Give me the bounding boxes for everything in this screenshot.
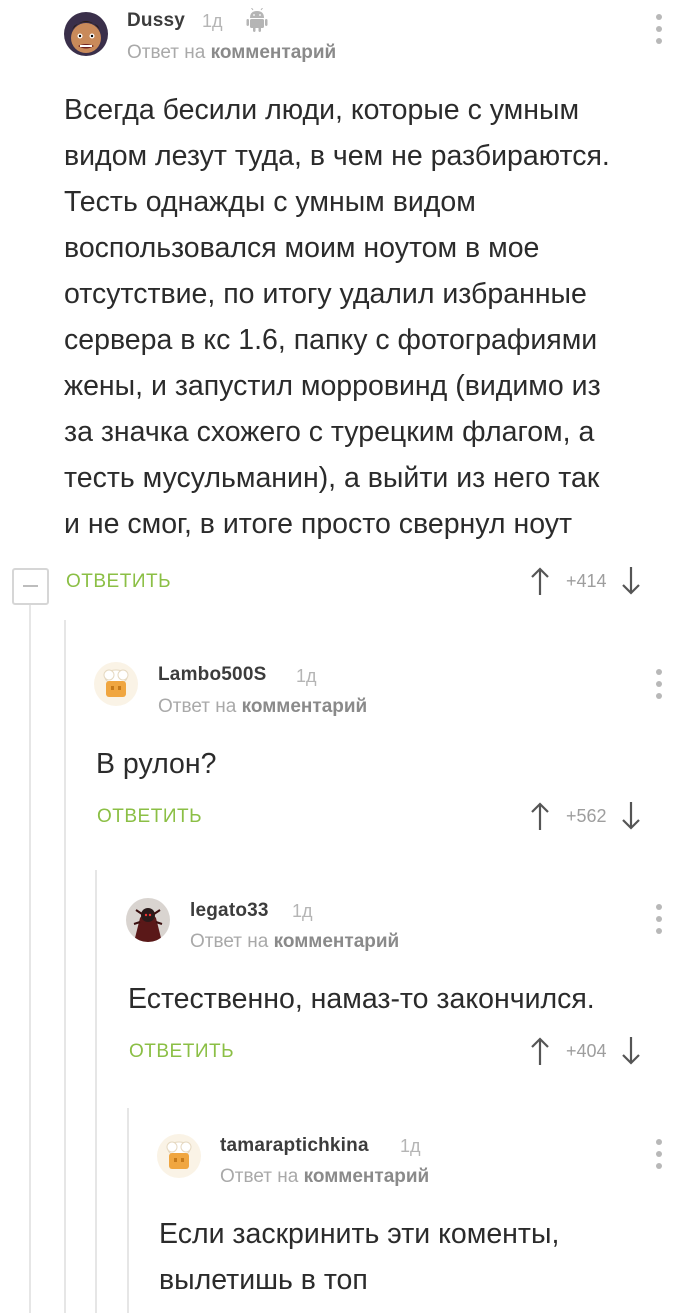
comment-text-line: видом лезут туда, в чем не разбираются. [64,140,610,172]
avatar[interactable] [64,12,108,56]
reply-button[interactable]: ОТВЕТИТЬ [66,571,171,593]
more-options-icon[interactable] [653,669,665,699]
username[interactable]: Dussy [127,10,185,32]
comment-text-line: Всегда бесили люди, которые с умным [64,94,580,126]
reply-target-link[interactable]: комментарий [242,696,368,717]
downvote-arrow-icon[interactable] [621,566,641,596]
vote-controls: +404 [530,1036,641,1066]
downvote-arrow-icon[interactable] [621,801,641,831]
kebab-dot [656,928,662,934]
upvote-arrow-icon[interactable] [530,1036,550,1066]
vote-controls: +414 [530,566,641,596]
comment-text-line: вылетишь в топ [159,1264,368,1296]
username[interactable]: Lambo500S [158,664,266,686]
reply-prefix: Ответ на [220,1166,299,1187]
thread-line-level-3 [95,870,97,1313]
more-options-icon[interactable] [653,14,665,44]
reply-meta: Ответ на комментарий [190,931,399,953]
thread-line-level-4 [127,1108,129,1313]
collapse-thread-button[interactable] [12,568,49,605]
reply-prefix: Ответ на [190,931,269,952]
thread-line-level-2 [64,620,66,1313]
comment-text-line: воспользовался моим ноутом в мое [64,232,540,264]
reply-button[interactable]: ОТВЕТИТЬ [129,1041,234,1063]
rating-value: +562 [566,805,607,826]
thread-line-level-1 [29,605,31,1313]
comment-age: 1д [202,11,223,31]
comment-text-line: Тесть однажды с умным видом [64,186,476,218]
kebab-dot [656,693,662,699]
android-icon [246,7,268,32]
more-options-icon[interactable] [653,904,665,934]
comment-text-line: отсутствие, по итогу удалил избранные [64,278,587,310]
kebab-dot [656,916,662,922]
comment-text-line: Если заскринить эти коменты, [159,1218,560,1250]
reply-meta: Ответ на комментарий [158,696,367,718]
comment-text: Всегда бесили люди, которые с умным видо… [64,87,684,547]
reply-meta: Ответ на комментарий [220,1166,429,1188]
kebab-dot [656,1151,662,1157]
username[interactable]: tamaraptichkina [220,1135,369,1157]
upvote-arrow-icon[interactable] [530,801,550,831]
comment-text-line: сервера в кс 1.6, папку с фотографиями [64,324,598,356]
kebab-dot [656,26,662,32]
avatar[interactable] [94,662,138,706]
comment-age: 1д [400,1136,421,1156]
comment-text-line: и не смог, в итоге просто свернул ноут [64,508,573,540]
username[interactable]: legato33 [190,900,269,922]
comment-text: Если заскринить эти коменты, вылетишь в … [159,1211,689,1303]
avatar[interactable] [157,1134,201,1178]
reply-prefix: Ответ на [127,42,206,63]
comment-text-line: В рулон? [96,748,217,780]
kebab-dot [656,1163,662,1169]
downvote-arrow-icon[interactable] [621,1036,641,1066]
reply-target-link[interactable]: комментарий [304,1166,430,1187]
kebab-dot [656,669,662,675]
reply-button[interactable]: ОТВЕТИТЬ [97,806,202,828]
reply-meta: Ответ на комментарий [127,42,336,64]
comment-text-line: тесть мусульманин), а выйти из него так [64,462,600,494]
kebab-dot [656,1139,662,1145]
avatar[interactable] [126,898,170,942]
comment-text-line: Естественно, намаз-то закончился. [128,983,595,1015]
kebab-dot [656,38,662,44]
comment-text: В рулон? [96,741,676,787]
kebab-dot [656,904,662,910]
comment-text-line: за значка схожего с турецким флагом, а [64,416,595,448]
comment-text-line: жены, и запустил морровинд (видимо из [64,370,601,402]
reply-prefix: Ответ на [158,696,237,717]
more-options-icon[interactable] [653,1139,665,1169]
reply-target-link[interactable]: комментарий [274,931,400,952]
comment-age: 1д [296,666,317,686]
vote-controls: +562 [530,801,641,831]
reply-target-link[interactable]: комментарий [211,42,337,63]
upvote-arrow-icon[interactable] [530,566,550,596]
comment-text: Естественно, намаз-то закончился. [128,976,688,1022]
kebab-dot [656,681,662,687]
minus-icon [23,585,38,587]
comment-age: 1д [292,901,313,921]
rating-value: +414 [566,570,607,591]
rating-value: +404 [566,1040,607,1061]
kebab-dot [656,14,662,20]
